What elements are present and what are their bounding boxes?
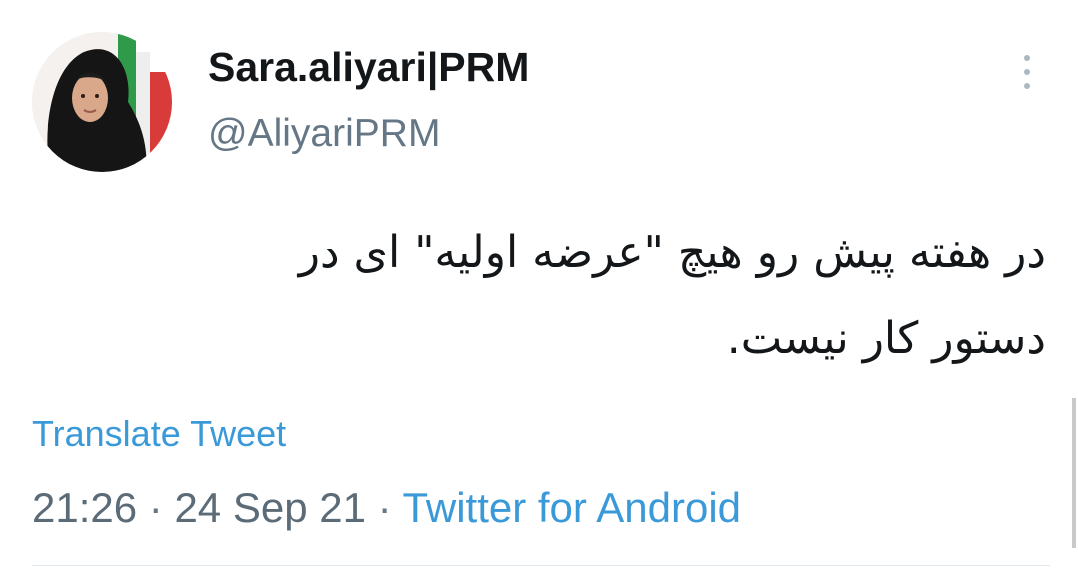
meta-separator: · <box>148 484 175 531</box>
tweet-card: Sara.aliyari|PRM @AliyariPRM در هفته پیش… <box>0 0 1078 571</box>
meta-separator: · <box>377 484 403 531</box>
author-handle[interactable]: @AliyariPRM <box>208 112 440 156</box>
tweet-meta: 21:26 · 24 Sep 21 · Twitter for Android <box>32 484 741 532</box>
avatar[interactable] <box>32 32 172 172</box>
tweet-date[interactable]: 24 Sep 21 <box>174 484 366 531</box>
author-display-name[interactable]: Sara.aliyari|PRM <box>208 44 529 91</box>
avatar-image <box>32 32 172 172</box>
tweet-text: در هفته پیش رو هیچ "عرضه اولیه" ای در دس… <box>36 210 1046 382</box>
more-options-icon[interactable] <box>1012 52 1042 92</box>
translate-tweet-link[interactable]: Translate Tweet <box>32 413 286 455</box>
tweet-source-link[interactable]: Twitter for Android <box>403 484 741 531</box>
tweet-time[interactable]: 21:26 <box>32 484 137 531</box>
divider <box>32 565 1050 566</box>
scrollbar-edge <box>1072 398 1076 548</box>
tweet-text-line: در هفته پیش رو هیچ "عرضه اولیه" ای در <box>298 227 1046 278</box>
tweet-text-line: دستور کار نیست. <box>726 313 1046 364</box>
